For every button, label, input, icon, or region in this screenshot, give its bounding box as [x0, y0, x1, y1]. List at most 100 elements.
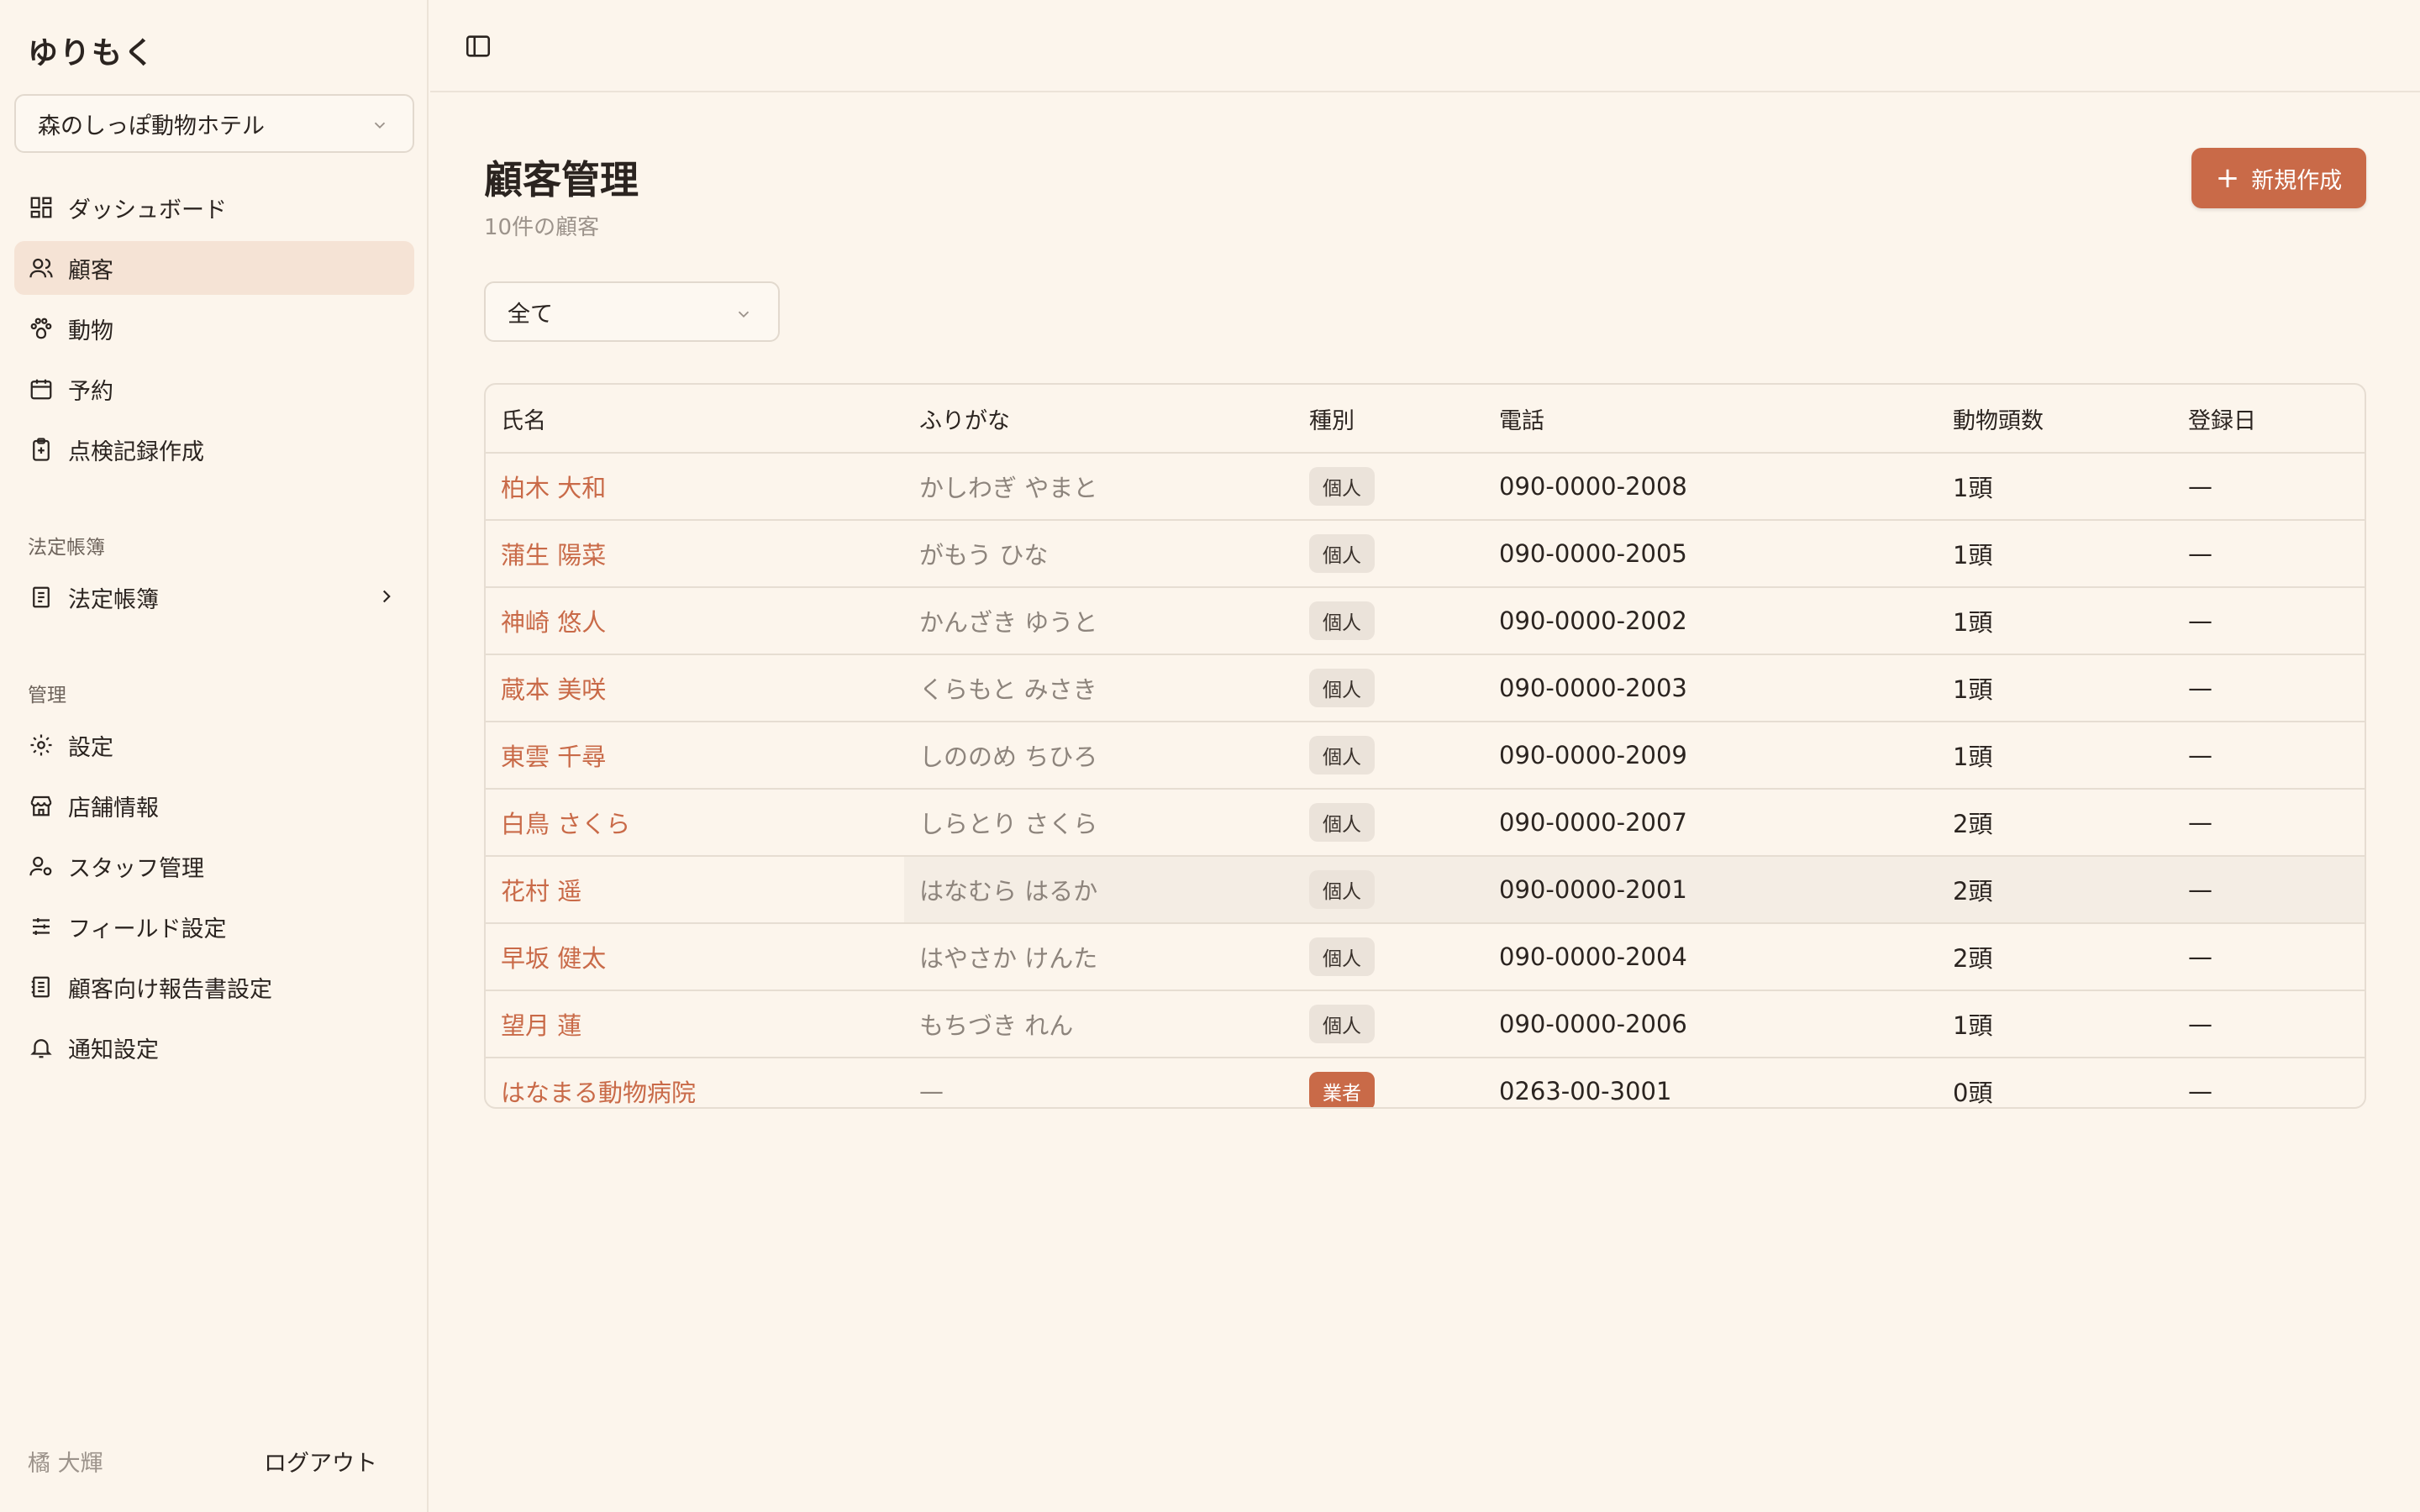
customer-name-link[interactable]: 蒲生 陽菜 [501, 521, 606, 586]
customer-name-link[interactable]: 花村 遥 [501, 857, 581, 922]
nav-report-settings[interactable]: 顧客向け報告書設定 [14, 960, 414, 1014]
customer-kana: くらもと みさき [919, 675, 1097, 704]
customer-type-cell: 個人 [1309, 790, 1375, 855]
table-row[interactable]: 望月 蓮 もちづき れん 個人 090-0000-2006 1頭 — [486, 991, 2365, 1058]
bell-icon [28, 1034, 55, 1061]
nav-ledger[interactable]: 法定帳簿 [14, 570, 414, 624]
nav-report-settings-label: 顧客向け報告書設定 [68, 976, 272, 1003]
nav-field-settings-label: フィールド設定 [68, 916, 227, 942]
customer-phone: 090-0000-2002 [1499, 606, 1687, 635]
animal-count: 1頭 [1953, 541, 1993, 570]
nav-inspection-label: 点検記録作成 [68, 438, 204, 465]
customer-count: 10件の顧客 [484, 215, 600, 240]
customer-type-cell: 業者 [1309, 1058, 1375, 1107]
customer-kana: はやさか けんた [919, 944, 1098, 973]
nav-reservations[interactable]: 予約 [14, 362, 414, 416]
customer-phone: 090-0000-2009 [1499, 741, 1687, 769]
store-icon [28, 792, 55, 819]
table-row[interactable]: 東雲 千尋 しののめ ちひろ 個人 090-0000-2009 1頭 — [486, 722, 2365, 790]
sidebar-toggle-icon[interactable] [464, 32, 492, 60]
customer-kana: はなむら はるか [919, 877, 1098, 906]
nav-animals[interactable]: 動物 [14, 302, 414, 355]
animal-count: 2頭 [1953, 944, 1993, 973]
store-select[interactable]: 森のしっぽ動物ホテル [14, 94, 414, 153]
nav-notifications[interactable]: 通知設定 [14, 1021, 414, 1074]
customer-phone: 090-0000-2001 [1499, 875, 1687, 904]
registered-date: — [2188, 808, 2212, 837]
type-filter-select[interactable]: 全て [484, 281, 780, 342]
animal-count: 1頭 [1953, 474, 1993, 502]
users-icon [28, 255, 55, 281]
customer-type-cell: 個人 [1309, 454, 1375, 519]
customer-type-cell: 個人 [1309, 588, 1375, 654]
nav-settings-label: 設定 [68, 734, 113, 761]
table-row[interactable]: 神崎 悠人 かんざき ゆうと 個人 090-0000-2002 1頭 — [486, 588, 2365, 655]
nav-dashboard[interactable]: ダッシュボード [14, 181, 414, 234]
column-header-type[interactable]: 種別 [1309, 385, 1355, 452]
dashboard-icon [28, 194, 55, 221]
customer-phone: 090-0000-2005 [1499, 539, 1687, 568]
chevron-down-icon [738, 311, 750, 318]
table-row[interactable]: はなまる動物病院 — 業者 0263-00-3001 0頭 — [486, 1058, 2365, 1107]
type-filter-value: 全て [508, 301, 553, 328]
nav-inspection[interactable]: 点検記録作成 [14, 423, 414, 476]
nav-store-info[interactable]: 店舗情報 [14, 779, 414, 832]
customer-phone: 090-0000-2006 [1499, 1010, 1687, 1038]
column-header-name[interactable]: 氏名 [501, 385, 546, 452]
table-row[interactable]: 白鳥 さくら しらとり さくら 個人 090-0000-2007 2頭 — [486, 790, 2365, 857]
customer-name-link[interactable]: 望月 蓮 [501, 991, 581, 1057]
customer-type-badge: 個人 [1309, 601, 1375, 640]
customer-phone: 090-0000-2003 [1499, 674, 1687, 702]
customer-name-link[interactable]: 蔵本 美咲 [501, 655, 606, 721]
table-row[interactable]: 蔵本 美咲 くらもと みさき 個人 090-0000-2003 1頭 — [486, 655, 2365, 722]
registered-date: — [2188, 539, 2212, 568]
current-user-name: 橘 大輝 [28, 1451, 103, 1477]
new-customer-button[interactable]: + 新規作成 [2191, 148, 2366, 208]
column-header-kana[interactable]: ふりがな [919, 385, 1010, 452]
customer-type-badge: 個人 [1309, 467, 1375, 506]
customer-name-link[interactable]: はなまる動物病院 [501, 1058, 696, 1107]
customer-type-badge: 個人 [1309, 803, 1375, 842]
chevron-right-icon [382, 590, 391, 603]
customer-type-badge: 個人 [1309, 669, 1375, 707]
nav-reservations-label: 予約 [68, 378, 113, 405]
customer-kana: かしわぎ やまと [919, 474, 1098, 502]
gear-icon [28, 732, 55, 759]
table-row[interactable]: 柏木 大和 かしわぎ やまと 個人 090-0000-2008 1頭 — [486, 454, 2365, 521]
customer-name-link[interactable]: 早坂 健太 [501, 924, 606, 990]
customer-name-link[interactable]: 柏木 大和 [501, 454, 606, 519]
nav-staff[interactable]: スタッフ管理 [14, 839, 414, 893]
customer-name-link[interactable]: 神崎 悠人 [501, 588, 606, 654]
animal-count: 1頭 [1953, 675, 1993, 704]
plus-icon: + [2215, 161, 2240, 195]
brand-logo: ゆりもく [28, 36, 156, 71]
animal-count: 0頭 [1953, 1079, 1993, 1107]
report-icon [28, 974, 55, 1000]
customer-phone: 090-0000-2008 [1499, 472, 1687, 501]
registered-date: — [2188, 741, 2212, 769]
nav-notifications-label: 通知設定 [68, 1037, 159, 1063]
nav-settings[interactable]: 設定 [14, 718, 414, 772]
nav-customers[interactable]: 顧客 [14, 241, 414, 295]
customer-name-link[interactable]: 東雲 千尋 [501, 722, 606, 788]
animal-count: 1頭 [1953, 1011, 1993, 1040]
nav-field-settings[interactable]: フィールド設定 [14, 900, 414, 953]
table-row[interactable]: 蒲生 陽菜 がもう ひな 個人 090-0000-2005 1頭 — [486, 521, 2365, 588]
customer-kana: かんざき ゆうと [919, 608, 1098, 637]
customer-type-cell: 個人 [1309, 521, 1375, 586]
sidebar: ゆりもく 森のしっぽ動物ホテル ダッシュボード 顧客 動物 予約 点検記録作成 … [0, 0, 429, 1512]
animal-count: 2頭 [1953, 877, 1993, 906]
new-button-label: 新規作成 [2251, 167, 2343, 194]
customer-kana: しらとり さくら [919, 810, 1098, 838]
column-header-registered[interactable]: 登録日 [2188, 385, 2256, 452]
column-header-animal-count[interactable]: 動物頭数 [1953, 385, 2044, 452]
table-row[interactable]: 花村 遥 はなむら はるか 個人 090-0000-2001 2頭 — [486, 857, 2365, 924]
customer-table: 氏名 ふりがな 種別 電話 動物頭数 登録日 柏木 大和 かしわぎ やまと 個人 09… [484, 383, 2366, 1109]
customer-name-link[interactable]: 白鳥 さくら [501, 790, 630, 855]
table-body: 柏木 大和 かしわぎ やまと 個人 090-0000-2008 1頭 — 蒲生 陽菜 がもう … [486, 454, 2365, 1107]
column-header-phone[interactable]: 電話 [1499, 385, 1544, 452]
registered-date: — [2188, 1077, 2212, 1105]
logout-button[interactable]: ログアウト [264, 1445, 377, 1478]
customer-type-cell: 個人 [1309, 991, 1375, 1057]
table-row[interactable]: 早坂 健太 はやさか けんた 個人 090-0000-2004 2頭 — [486, 924, 2365, 991]
